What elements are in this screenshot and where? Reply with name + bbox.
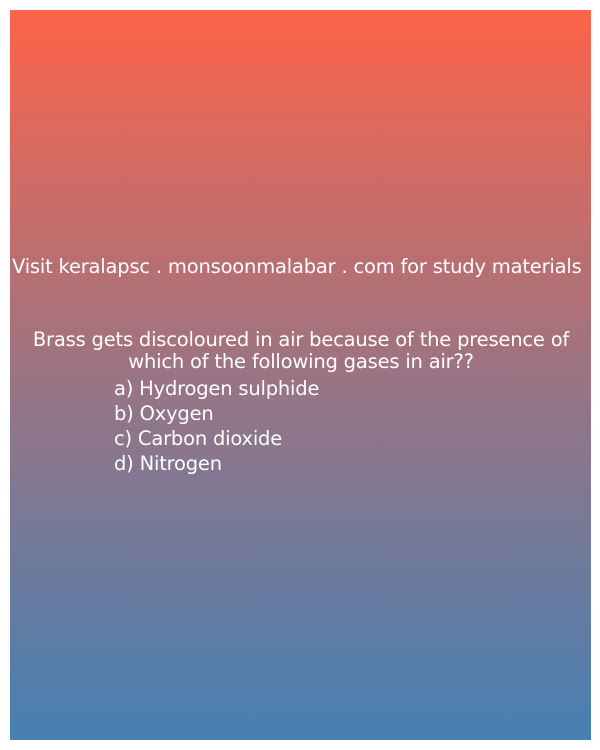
option-c: c) Carbon dioxide <box>114 427 283 450</box>
option-d: d) Nitrogen <box>114 452 222 475</box>
question-text: Brass gets discoloured in air because of… <box>32 328 570 373</box>
site-promo-text: Visit keralapsc . monsoonmalabar . com f… <box>12 255 582 278</box>
option-a: a) Hydrogen sulphide <box>114 377 320 400</box>
question-card: Visit keralapsc . monsoonmalabar . com f… <box>10 10 591 740</box>
option-b: b) Oxygen <box>114 402 214 425</box>
options-list: a) Hydrogen sulphide b) Oxygen c) Carbon… <box>114 376 319 476</box>
